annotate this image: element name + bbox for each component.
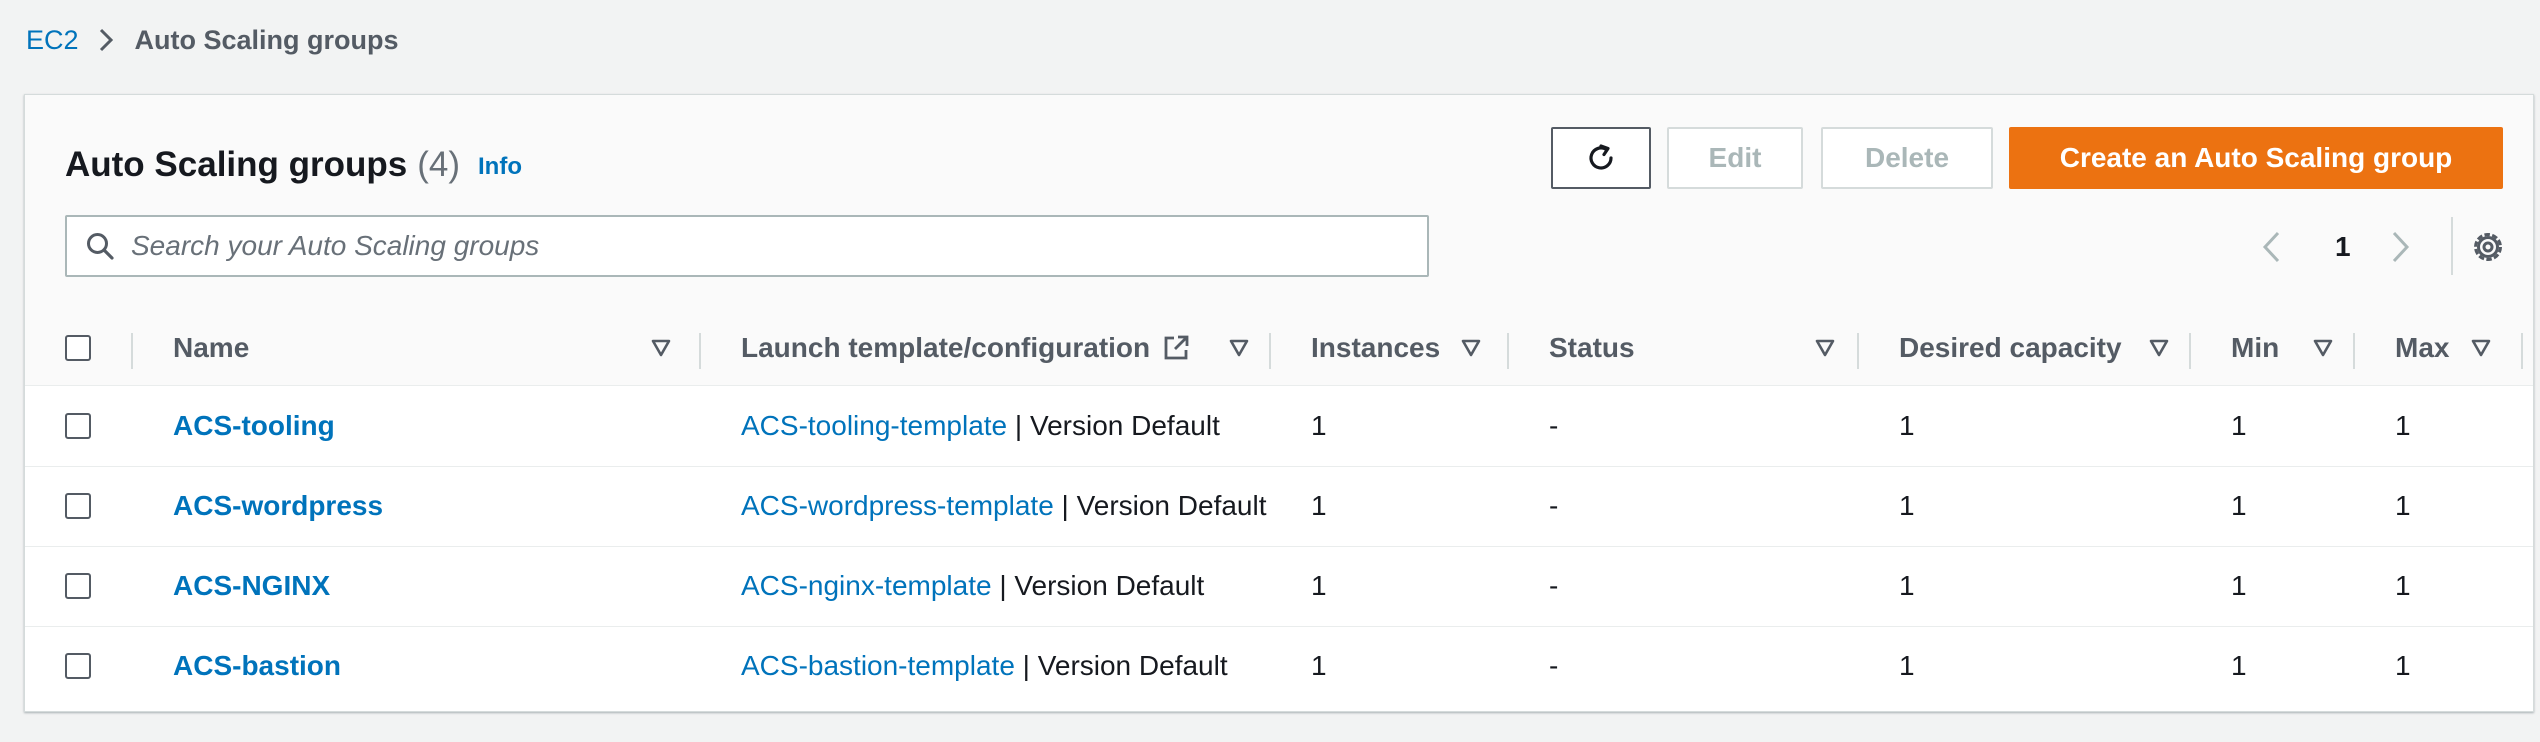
chevron-right-icon	[2391, 230, 2411, 264]
search-box	[65, 215, 1429, 277]
desired-capacity-value: 1	[1899, 650, 1915, 681]
status-value: -	[1549, 490, 1559, 521]
instances-value: 1	[1311, 490, 1327, 521]
column-header-launch-template-label: Launch template/configuration	[741, 332, 1151, 363]
current-page-number[interactable]: 1	[2335, 219, 2351, 275]
refresh-icon	[1583, 140, 1619, 176]
sort-icon[interactable]	[2149, 311, 2169, 385]
column-divider	[1269, 333, 1271, 369]
launch-template-version: | Version Default	[991, 570, 1205, 601]
external-link-icon	[1162, 334, 1190, 362]
sort-icon[interactable]	[2471, 311, 2491, 385]
desired-capacity-value: 1	[1899, 570, 1915, 601]
create-auto-scaling-group-button[interactable]: Create an Auto Scaling group	[2009, 127, 2503, 189]
table-row[interactable]: ACS-NGINX ACS-nginx-template | Version D…	[25, 546, 2533, 627]
status-value: -	[1549, 650, 1559, 681]
min-value: 1	[2231, 410, 2247, 441]
delete-button[interactable]: Delete	[1821, 127, 1993, 189]
column-divider	[2521, 333, 2523, 369]
column-header-status[interactable]: Status	[1549, 311, 1635, 385]
page-title-text: Auto Scaling groups	[65, 145, 408, 184]
table-row[interactable]: ACS-bastion ACS-bastion-template | Versi…	[25, 626, 2533, 706]
table-row[interactable]: ACS-tooling ACS-tooling-template | Versi…	[25, 386, 2533, 467]
max-value: 1	[2395, 570, 2411, 601]
group-name-link[interactable]: ACS-wordpress	[173, 490, 383, 522]
max-value: 1	[2395, 650, 2411, 681]
desired-capacity-value: 1	[1899, 410, 1915, 441]
column-divider	[2189, 333, 2191, 369]
group-name-link[interactable]: ACS-tooling	[173, 410, 335, 442]
instances-value: 1	[1311, 650, 1327, 681]
max-value: 1	[2395, 410, 2411, 441]
row-checkbox[interactable]	[65, 493, 91, 519]
sort-icon[interactable]	[651, 311, 671, 385]
instances-value: 1	[1311, 570, 1327, 601]
panel-header: Auto Scaling groups (4) Info Edit Delete…	[25, 95, 2533, 312]
gear-icon	[2469, 228, 2507, 266]
min-value: 1	[2231, 570, 2247, 601]
search-input[interactable]	[129, 229, 1413, 263]
previous-page-button[interactable]	[2261, 219, 2281, 275]
max-value: 1	[2395, 490, 2411, 521]
row-checkbox[interactable]	[65, 413, 91, 439]
launch-template-link[interactable]: ACS-tooling-template	[741, 410, 1007, 442]
sort-icon[interactable]	[1461, 311, 1481, 385]
min-value: 1	[2231, 490, 2247, 521]
status-value: -	[1549, 410, 1559, 441]
instances-value: 1	[1311, 410, 1327, 441]
launch-template-version: | Version Default	[1053, 490, 1267, 521]
group-name-link[interactable]: ACS-bastion	[173, 650, 341, 682]
launch-template-link[interactable]: ACS-wordpress-template	[741, 490, 1054, 522]
info-link[interactable]: Info	[478, 153, 522, 181]
column-header-name[interactable]: Name	[173, 311, 249, 385]
breadcrumb-ec2-link[interactable]: EC2	[26, 25, 79, 56]
pagination-divider	[2451, 217, 2453, 275]
launch-template-link[interactable]: ACS-nginx-template	[741, 570, 992, 602]
page-title: Auto Scaling groups (4) Info	[65, 135, 522, 195]
row-checkbox[interactable]	[65, 573, 91, 599]
column-divider	[2353, 333, 2355, 369]
status-value: -	[1549, 570, 1559, 601]
group-name-link[interactable]: ACS-NGINX	[173, 570, 330, 602]
group-count: (4)	[417, 145, 461, 184]
auto-scaling-groups-panel: Auto Scaling groups (4) Info Edit Delete…	[24, 94, 2534, 712]
search-icon	[85, 231, 115, 261]
column-header-instances[interactable]: Instances	[1311, 311, 1440, 385]
preferences-button[interactable]	[2469, 219, 2507, 275]
column-divider	[1857, 333, 1859, 369]
chevron-left-icon	[2261, 230, 2281, 264]
min-value: 1	[2231, 650, 2247, 681]
column-header-desired-capacity[interactable]: Desired capacity	[1899, 311, 2122, 385]
sort-icon[interactable]	[1229, 311, 1249, 385]
sort-icon[interactable]	[2313, 311, 2333, 385]
column-header-max[interactable]: Max	[2395, 311, 2449, 385]
breadcrumb: EC2 Auto Scaling groups	[26, 20, 399, 60]
column-header-launch-template[interactable]: Launch template/configuration	[741, 311, 1190, 385]
launch-template-version: | Version Default	[1007, 410, 1220, 441]
desired-capacity-value: 1	[1899, 490, 1915, 521]
next-page-button[interactable]	[2391, 219, 2411, 275]
sort-icon[interactable]	[1815, 311, 1835, 385]
chevron-right-icon	[99, 28, 113, 52]
column-divider	[699, 333, 701, 369]
launch-template-version: | Version Default	[1014, 650, 1228, 681]
column-header-min[interactable]: Min	[2231, 311, 2279, 385]
edit-button[interactable]: Edit	[1667, 127, 1803, 189]
refresh-button[interactable]	[1551, 127, 1651, 189]
row-checkbox[interactable]	[65, 653, 91, 679]
breadcrumb-current: Auto Scaling groups	[134, 24, 399, 55]
table-row[interactable]: ACS-wordpress ACS-wordpress-template | V…	[25, 466, 2533, 547]
column-divider	[1507, 333, 1509, 369]
select-all-checkbox[interactable]	[65, 335, 91, 361]
launch-template-link[interactable]: ACS-bastion-template	[741, 650, 1015, 682]
table-header: Name Launch template/configuration Insta…	[25, 311, 2533, 386]
column-divider	[131, 333, 133, 369]
